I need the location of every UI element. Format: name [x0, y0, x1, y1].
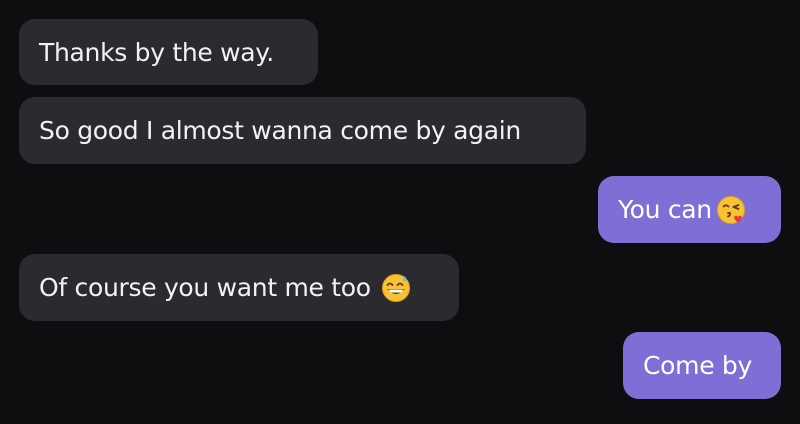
message-text: Thanks by the way. [39, 37, 274, 67]
message-bubble-incoming[interactable]: So good I almost wanna come by again [19, 97, 586, 164]
message-text: You can [618, 195, 712, 224]
message-bubble-outgoing[interactable]: Come by [623, 332, 781, 399]
face-blowing-kiss-icon [716, 195, 746, 225]
chat-thread: Thanks by the way. So good I almost wann… [0, 0, 800, 424]
message-text: So good I almost wanna come by again [39, 116, 521, 145]
message-bubble-outgoing[interactable]: You can [598, 176, 781, 243]
grinning-sweat-icon [381, 273, 411, 303]
message-bubble-incoming[interactable]: Thanks by the way. [19, 19, 318, 85]
message-text: Of course you want me too [39, 273, 371, 302]
message-bubble-incoming[interactable]: Of course you want me too [19, 254, 459, 321]
message-text: Come by [643, 351, 752, 380]
